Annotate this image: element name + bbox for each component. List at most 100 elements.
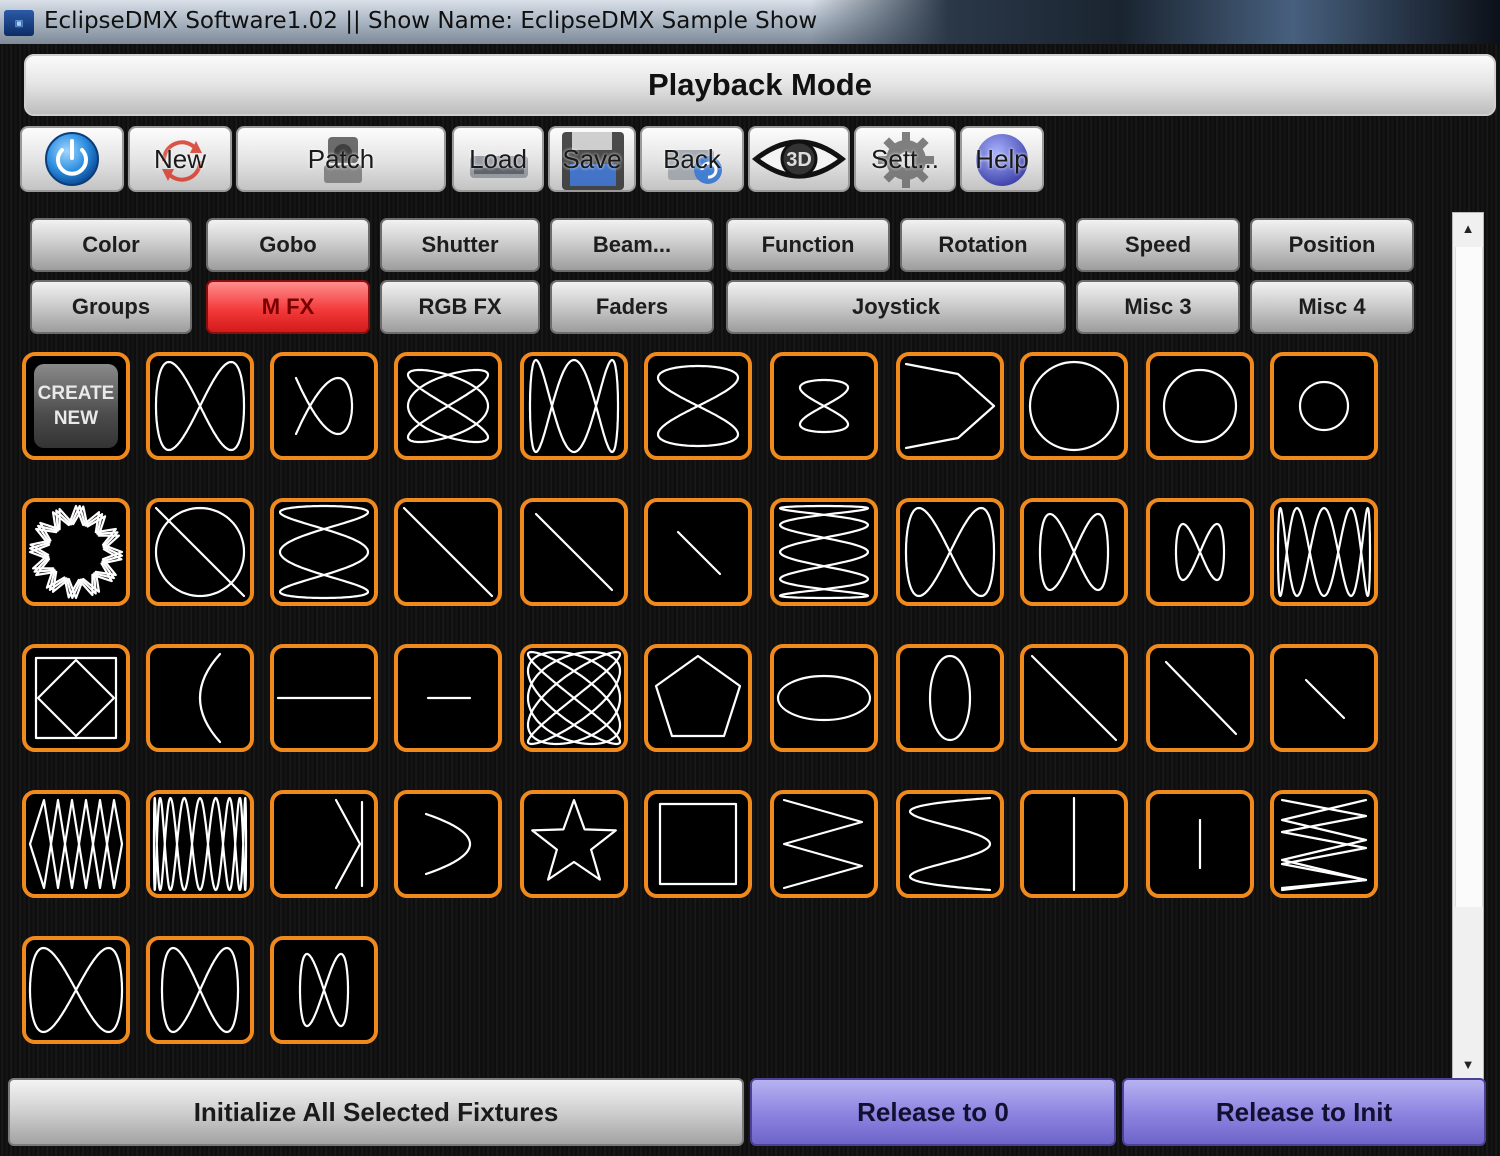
back-button[interactable]: Back: [640, 126, 744, 192]
settings-label: Sett...: [871, 143, 939, 174]
mode-title-bar: Playback Mode: [24, 54, 1496, 116]
scroll-thumb[interactable]: [1455, 247, 1483, 907]
fx-pattern-diamond-in-square[interactable]: [22, 644, 130, 752]
circle-small-icon: [1298, 380, 1350, 432]
tab-misc-4[interactable]: Misc 4: [1250, 280, 1414, 334]
fx-pattern-lissajous-infinity[interactable]: [644, 352, 752, 460]
diagonal-line-long-icon: [402, 506, 494, 598]
fx-pattern-zigzag-right[interactable]: [770, 790, 878, 898]
save-button[interactable]: Save: [548, 126, 636, 192]
fx-pattern-circle-large[interactable]: [1020, 352, 1128, 460]
fx-pattern-horizontal-line-short[interactable]: [394, 644, 502, 752]
tab-faders[interactable]: Faders: [550, 280, 714, 334]
load-label: Load: [469, 143, 527, 174]
fx-pattern-hourglass-medium[interactable]: [146, 936, 254, 1044]
fx-pattern-vertical-bow[interactable]: [896, 790, 1004, 898]
fx-pattern-horizontal-line-long[interactable]: [270, 644, 378, 752]
fx-pattern-triangle-arrow[interactable]: [896, 352, 1004, 460]
tab-gobo[interactable]: Gobo: [206, 218, 370, 272]
new-button[interactable]: New: [128, 126, 232, 192]
fx-pattern-figure-eight-medium[interactable]: [1020, 498, 1128, 606]
figure-eight-large-icon: [904, 506, 996, 598]
fx-pattern-fan-mesh[interactable]: [1270, 790, 1378, 898]
fx-pattern-vertical-weave[interactable]: [770, 498, 878, 606]
vertical-line-short-icon: [1198, 818, 1202, 870]
ellipse-vertical-icon: [928, 654, 972, 742]
fx-pattern-vertical-line-long[interactable]: [1020, 790, 1128, 898]
fx-pattern-star-burst[interactable]: [22, 498, 130, 606]
tab-color[interactable]: Color: [30, 218, 192, 272]
back-label: Back: [663, 143, 721, 174]
fx-pattern-circle-medium[interactable]: [1146, 352, 1254, 460]
fx-pattern-hourglass-small[interactable]: [270, 936, 378, 1044]
fx-pattern-ellipse-vertical[interactable]: [896, 644, 1004, 752]
scroll-up-arrow[interactable]: ▲: [1453, 213, 1483, 243]
fx-pattern-diagonal-line-medium[interactable]: [520, 498, 628, 606]
fx-pattern-horizontal-zigzag[interactable]: [1270, 498, 1378, 606]
fx-pattern-lissajous-infinity-small[interactable]: [770, 352, 878, 460]
fx-pattern-square[interactable]: [644, 790, 752, 898]
vertical-scrollbar[interactable]: ▲ ▼: [1452, 212, 1484, 1080]
power-button[interactable]: [20, 126, 124, 192]
tab-m-fx[interactable]: M FX: [206, 280, 370, 334]
fx-pattern-bracket-arrow[interactable]: [270, 790, 378, 898]
release-to-init-button[interactable]: Release to Init: [1122, 1078, 1486, 1146]
fx-pattern-arc[interactable]: [146, 644, 254, 752]
tab-function[interactable]: Function: [726, 218, 890, 272]
diagonal-line-short-icon: [676, 530, 722, 576]
fx-pattern-diamond-chain[interactable]: [22, 790, 130, 898]
fx-pattern-diamond-mesh[interactable]: [146, 498, 254, 606]
window-title-bar: ▣ EclipseDMX Software1.02 || Show Name: …: [0, 0, 1500, 44]
tab-misc-3[interactable]: Misc 3: [1076, 280, 1240, 334]
tab-position[interactable]: Position: [1250, 218, 1414, 272]
fx-pattern-lissajous-tall[interactable]: [520, 352, 628, 460]
fx-pattern-pentagon[interactable]: [644, 644, 752, 752]
figure-eight-small-icon: [1174, 522, 1226, 582]
tab-groups[interactable]: Groups: [30, 280, 192, 334]
fx-pattern-diagonal-line-long-2[interactable]: [1020, 644, 1128, 752]
tab-speed[interactable]: Speed: [1076, 218, 1240, 272]
tab-rotation[interactable]: Rotation: [900, 218, 1066, 272]
square-icon: [658, 802, 738, 886]
fx-pattern-hourglass-large[interactable]: [22, 936, 130, 1044]
tab-beam[interactable]: Beam...: [550, 218, 714, 272]
tab-rgb-fx[interactable]: RGB FX: [380, 280, 540, 334]
circle-large-icon: [1028, 360, 1120, 452]
help-button[interactable]: Help: [960, 126, 1044, 192]
fx-pattern-diagonal-line-short-2[interactable]: [1270, 644, 1378, 752]
fx-pattern-dense-mesh[interactable]: [520, 644, 628, 752]
help-label: Help: [975, 143, 1029, 174]
fx-pattern-star[interactable]: [520, 790, 628, 898]
fx-pattern-figure-eight-small[interactable]: [1146, 498, 1254, 606]
view-3d-button[interactable]: 3D: [748, 126, 850, 192]
fx-pattern-figure-eight-vertical[interactable]: [394, 790, 502, 898]
fx-pattern-diagonal-line-short[interactable]: [644, 498, 752, 606]
settings-button[interactable]: Sett...: [854, 126, 956, 192]
fx-pattern-lissajous-small[interactable]: [270, 352, 378, 460]
main-panel: Playback Mode New Patch Load Save Back 3…: [0, 44, 1500, 1156]
fx-pattern-diagonal-line-medium-2[interactable]: [1146, 644, 1254, 752]
fx-pattern-vertical-lissajous[interactable]: [270, 498, 378, 606]
vertical-line-long-icon: [1072, 796, 1076, 892]
hourglass-medium-icon: [160, 946, 240, 1034]
fx-pattern-diagonal-line-long[interactable]: [394, 498, 502, 606]
release-to-zero-button[interactable]: Release to 0: [750, 1078, 1116, 1146]
vertical-bow-icon: [908, 796, 992, 892]
fx-pattern-vertical-line-short[interactable]: [1146, 790, 1254, 898]
create-new-button[interactable]: CREATE NEW: [22, 352, 130, 460]
fx-pattern-dense-horizontal[interactable]: [146, 790, 254, 898]
fx-pattern-ellipse-horizontal[interactable]: [770, 644, 878, 752]
tab-joystick[interactable]: Joystick: [726, 280, 1066, 334]
tab-shutter[interactable]: Shutter: [380, 218, 540, 272]
scroll-down-arrow[interactable]: ▼: [1453, 1049, 1483, 1079]
fx-pattern-figure-eight-large[interactable]: [896, 498, 1004, 606]
fx-pattern-circle-small[interactable]: [1270, 352, 1378, 460]
load-button[interactable]: Load: [452, 126, 544, 192]
power-icon: [45, 132, 99, 186]
diamond-mesh-icon: [154, 506, 246, 598]
fx-pattern-lissajous-1-2[interactable]: [146, 352, 254, 460]
initialize-all-button[interactable]: Initialize All Selected Fixtures: [8, 1078, 744, 1146]
patch-button[interactable]: Patch: [236, 126, 446, 192]
zigzag-right-icon: [782, 798, 864, 890]
fx-pattern-lissajous-mesh[interactable]: [394, 352, 502, 460]
